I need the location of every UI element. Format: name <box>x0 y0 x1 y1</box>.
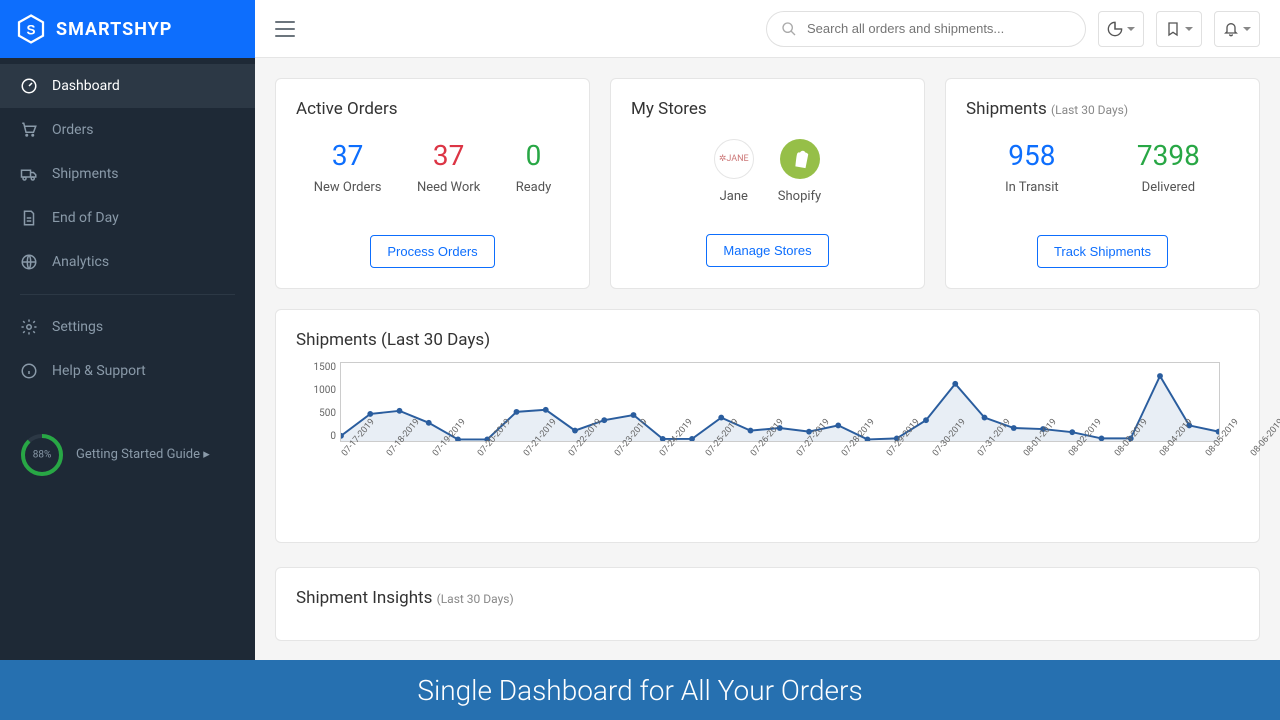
stat-new-orders: 37New Orders <box>314 139 382 195</box>
bell-icon <box>1223 21 1239 37</box>
process-orders-button[interactable]: Process Orders <box>370 235 494 268</box>
nav-item-dashboard[interactable]: Dashboard <box>0 64 255 108</box>
content: Active Orders 37New Orders 37Need Work 0… <box>255 58 1280 720</box>
nav-item-end-of-day[interactable]: End of Day <box>0 196 255 240</box>
store-shopify[interactable]: Shopify <box>778 139 821 204</box>
progress-percent: 88% <box>33 450 52 461</box>
active-orders-card: Active Orders 37New Orders 37Need Work 0… <box>275 78 590 289</box>
nav-label: Help & Support <box>52 363 146 379</box>
cart-icon <box>20 121 38 139</box>
x-axis: 07-17-201907-18-201907-19-201907-20-2019… <box>340 446 1239 516</box>
nav-label: End of Day <box>52 210 119 226</box>
bookmark-icon <box>1165 21 1181 37</box>
logo-bar: S SMARTSHYP <box>0 0 255 58</box>
stat-need-work: 37Need Work <box>417 139 480 195</box>
bookmark-menu-button[interactable] <box>1156 11 1202 47</box>
getting-started-widget[interactable]: 88% Getting Started Guide ▸ <box>0 413 255 497</box>
hamburger-menu[interactable] <box>275 21 295 37</box>
shipment-insights-card: Shipment Insights (Last 30 Days) <box>275 567 1260 641</box>
chart-title: Shipments (Last 30 Days) <box>296 330 1239 350</box>
caret-down-icon <box>1185 27 1193 31</box>
stat-in-transit: 958In Transit <box>1005 139 1059 195</box>
nav-label: Settings <box>52 319 103 335</box>
globe-icon <box>20 253 38 271</box>
search-icon <box>781 21 797 37</box>
notifications-button[interactable] <box>1214 11 1260 47</box>
y-axis: 150010005000 <box>296 362 336 442</box>
shopify-store-icon <box>780 139 820 179</box>
main-area: Active Orders 37New Orders 37Need Work 0… <box>255 0 1280 720</box>
search-input[interactable] <box>807 21 1071 36</box>
nav-item-help[interactable]: Help & Support <box>0 349 255 393</box>
footer-banner: Single Dashboard for All Your Orders <box>0 660 1280 720</box>
file-icon <box>20 209 38 227</box>
brand-logo-icon: S <box>16 14 46 44</box>
my-stores-card: My Stores ✲JANEJane Shopify Manage Store… <box>610 78 925 289</box>
chevron-right-icon: ▸ <box>203 447 210 462</box>
nav-label: Orders <box>52 122 94 138</box>
caret-down-icon <box>1127 27 1135 31</box>
shipments-chart: 150010005000 07-17-201907-18-201907-19-2… <box>296 362 1239 522</box>
track-shipments-button[interactable]: Track Shipments <box>1037 235 1168 268</box>
stat-ready: 0Ready <box>516 139 551 195</box>
card-title: Active Orders <box>296 99 569 119</box>
nav-item-orders[interactable]: Orders <box>0 108 255 152</box>
pie-chart-icon <box>1107 21 1123 37</box>
getting-started-label: Getting Started Guide ▸ <box>76 447 210 464</box>
insights-title: Shipment Insights (Last 30 Days) <box>296 588 1239 608</box>
card-title: My Stores <box>631 99 904 119</box>
nav-label: Analytics <box>52 254 109 270</box>
stat-delivered: 7398Delivered <box>1137 139 1200 195</box>
progress-ring: 88% <box>20 433 64 477</box>
nav-item-analytics[interactable]: Analytics <box>0 240 255 284</box>
speedometer-icon <box>20 77 38 95</box>
gear-icon <box>20 318 38 336</box>
shipments-card: Shipments (Last 30 Days) 958In Transit 7… <box>945 78 1260 289</box>
chart-menu-button[interactable] <box>1098 11 1144 47</box>
shipments-chart-card: Shipments (Last 30 Days) 150010005000 07… <box>275 309 1260 543</box>
nav-item-shipments[interactable]: Shipments <box>0 152 255 196</box>
manage-stores-button[interactable]: Manage Stores <box>706 234 828 267</box>
caret-down-icon <box>1243 27 1251 31</box>
sidebar: S SMARTSHYP Dashboard Orders Shipments E… <box>0 0 255 720</box>
brand-name: SMARTSHYP <box>56 19 172 40</box>
store-jane[interactable]: ✲JANEJane <box>714 139 754 204</box>
nav-item-settings[interactable]: Settings <box>0 305 255 349</box>
nav-label: Shipments <box>52 166 119 182</box>
jane-store-icon: ✲JANE <box>714 139 754 179</box>
info-icon <box>20 362 38 380</box>
primary-nav: Dashboard Orders Shipments End of Day An… <box>0 58 255 393</box>
svg-text:S: S <box>26 22 35 37</box>
topbar <box>255 0 1280 58</box>
nav-label: Dashboard <box>52 78 120 94</box>
card-title: Shipments (Last 30 Days) <box>966 99 1239 119</box>
truck-icon <box>20 165 38 183</box>
nav-separator <box>20 294 235 295</box>
search-box[interactable] <box>766 11 1086 47</box>
